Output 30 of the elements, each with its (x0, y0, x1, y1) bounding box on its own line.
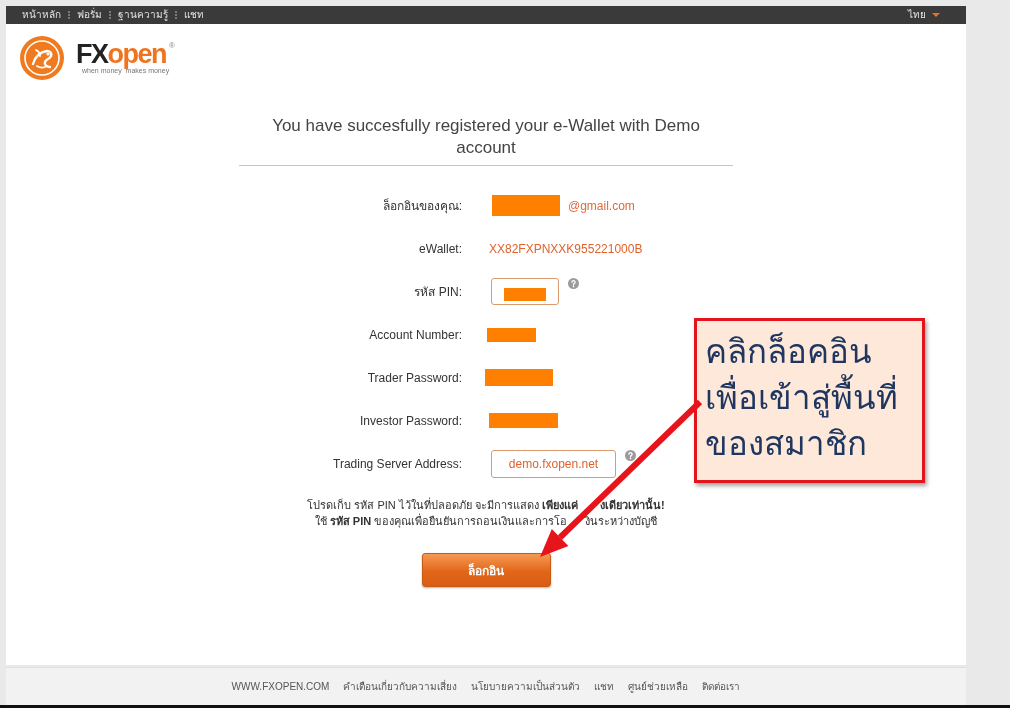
help-icon[interactable] (625, 449, 636, 461)
caret-icon (932, 13, 940, 17)
nav-link[interactable]: ฐานความรู้ (118, 8, 168, 22)
field-label: Account Number: (368, 327, 462, 342)
logo-wordmark: FXopen (76, 41, 166, 67)
registered-mark: ® (169, 41, 175, 50)
footer-link[interactable]: แชท (594, 679, 615, 694)
field-label: eWallet: (418, 241, 462, 256)
callout-text: คลิกล็อคอิน เพื่อเข้าสู่พื้นที่ ของสมาชิก (694, 318, 925, 483)
field-label: Trader Password: (366, 370, 462, 385)
footer-link[interactable]: ศูนย์ช่วยเหลือ (628, 679, 689, 694)
field-label: ล็อกอินของคุณ: (381, 197, 462, 215)
page-title: You have succesfully registered your e-Wallet with Demo account (271, 115, 701, 159)
footer-link[interactable]: นโยบายความเป็นส่วนตัว (471, 679, 581, 694)
help-icon[interactable] (568, 278, 579, 289)
nav-link[interactable]: หน้าหลัก (22, 8, 61, 22)
readonly-field: demo.fxopen.net (491, 449, 616, 478)
footer-link[interactable]: WWW.FXOPEN.COM (231, 681, 330, 692)
field-label: รหัส PIN: (413, 284, 462, 301)
footer-link[interactable]: ติดต่อเรา (702, 679, 741, 694)
language-menu[interactable]: ไทย (908, 8, 940, 22)
field-value: XX82FXPNXXK955221000B (489, 241, 643, 256)
nav-link[interactable]: แชท (184, 8, 204, 22)
circle-emblem-icon (20, 36, 64, 80)
note-text: โปรดเก็บ รหัส PIN ไว้ในที่ปลอดภัย จะมีการแสดง เพียงแค่ งเดียวเท่านั้น! ใช้ รหัส PIN ของคุณเพื่อยืนยันการถอนเงินและการโอ งินระหว่างบัญชี (306, 497, 666, 529)
footer-link[interactable]: คำเตือนเกี่ยวกับความเสี่ยง (343, 679, 458, 694)
field-label: Investor Password: (358, 413, 462, 428)
field-label: Trading Server Address: (332, 456, 462, 471)
nav-link[interactable]: ฟอรั่ม (77, 8, 102, 22)
field-value: @gmail.com (568, 198, 635, 213)
